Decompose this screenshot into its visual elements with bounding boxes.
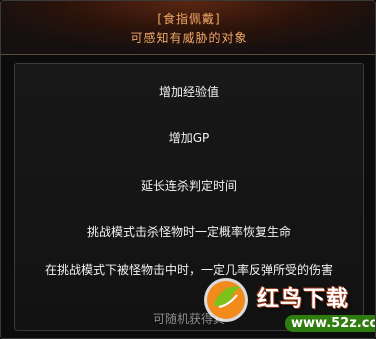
footer-note: 可随机获得其 — [152, 312, 225, 326]
option-list: 增加经验值 增加GP 延长连杀判定时间 挑战模式击杀怪物时一定概率恢复生命 在挑… — [14, 63, 364, 331]
option-challenge-reflect[interactable]: 在挑战模式下被怪物击中时，一定几率反弹所受的伤害 — [15, 262, 363, 278]
option-gp-bonus[interactable]: 增加GP — [15, 130, 363, 146]
tooltip-panel: [食指佩戴] 可感知有威胁的对象 增加经验值 增加GP 延长连杀判定时间 挑战模… — [0, 0, 376, 339]
item-slot-title: [食指佩戴] — [157, 12, 221, 26]
tooltip-header: [食指佩戴] 可感知有威胁的对象 — [1, 1, 375, 55]
option-killstreak-time[interactable]: 延长连杀判定时间 — [15, 178, 363, 194]
option-challenge-heal[interactable]: 挑战模式击杀怪物时一定概率恢复生命 — [15, 224, 363, 240]
item-description: 可感知有威胁的对象 — [130, 31, 248, 45]
option-exp-bonus[interactable]: 增加经验值 — [15, 84, 363, 100]
